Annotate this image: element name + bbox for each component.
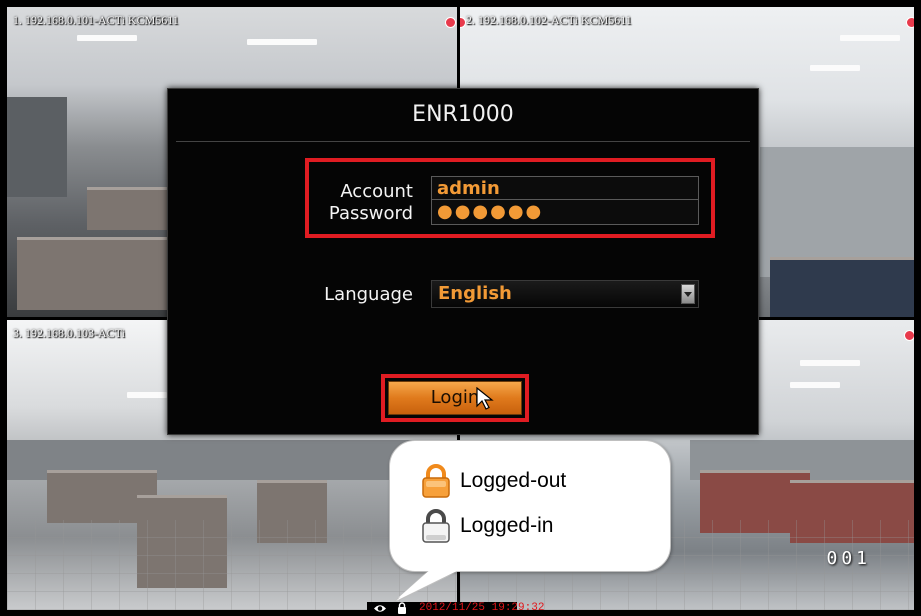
- lock-icon[interactable]: [397, 602, 407, 614]
- office-desk: [17, 237, 177, 310]
- legend-logged-in-text: Logged-in: [460, 514, 554, 537]
- eye-icon[interactable]: [373, 603, 387, 614]
- office-desk: [87, 187, 167, 230]
- orange-padlock-icon: [422, 464, 450, 498]
- language-label: Language: [324, 284, 413, 305]
- gray-padlock-icon: [422, 509, 450, 543]
- ceiling-light: [800, 360, 860, 366]
- status-timestamp: 2012/11/25 19:29:32: [419, 602, 545, 614]
- chevron-down-icon[interactable]: [681, 284, 695, 304]
- record-indicator: [445, 17, 456, 28]
- login-button-label: Login: [430, 387, 480, 408]
- status-bar: 2012/11/25 19:29:32: [367, 602, 544, 616]
- ceiling-light: [790, 382, 840, 388]
- office-chair: [770, 257, 914, 317]
- ceiling-light: [77, 35, 137, 41]
- office-cabinet: [7, 97, 67, 197]
- legend-logged-out-text: Logged-out: [460, 469, 567, 492]
- language-select[interactable]: English: [431, 280, 699, 308]
- language-value: English: [438, 283, 512, 304]
- credentials-highlight: [305, 158, 715, 238]
- channel-number: 001: [826, 548, 871, 569]
- ceiling-light: [840, 35, 900, 41]
- camera-label: 1. 192.168.0.101-ACTi KCM5611: [13, 13, 179, 27]
- lock-legend-callout: [389, 440, 671, 572]
- record-indicator: [904, 330, 914, 341]
- dialog-title: ENR1000: [412, 102, 514, 127]
- ceiling-light: [247, 39, 317, 45]
- camera-label: 2. 192.168.0.102-ACTi KCM5611: [466, 13, 632, 27]
- dialog-divider: [176, 141, 750, 142]
- legend-logged-out: Logged-out: [420, 464, 566, 498]
- ceiling-light: [127, 392, 167, 398]
- nvr-screen: 1. 192.168.0.101-ACTi KCM5611 2. 192.168…: [0, 0, 921, 616]
- mouse-cursor-icon: [476, 387, 494, 410]
- record-indicator: [906, 17, 914, 28]
- legend-logged-in: Logged-in: [420, 509, 553, 543]
- ceiling-light: [810, 65, 860, 71]
- login-button[interactable]: Login: [388, 381, 522, 415]
- camera-label: 3. 192.168.0.103-ACTi: [13, 326, 125, 340]
